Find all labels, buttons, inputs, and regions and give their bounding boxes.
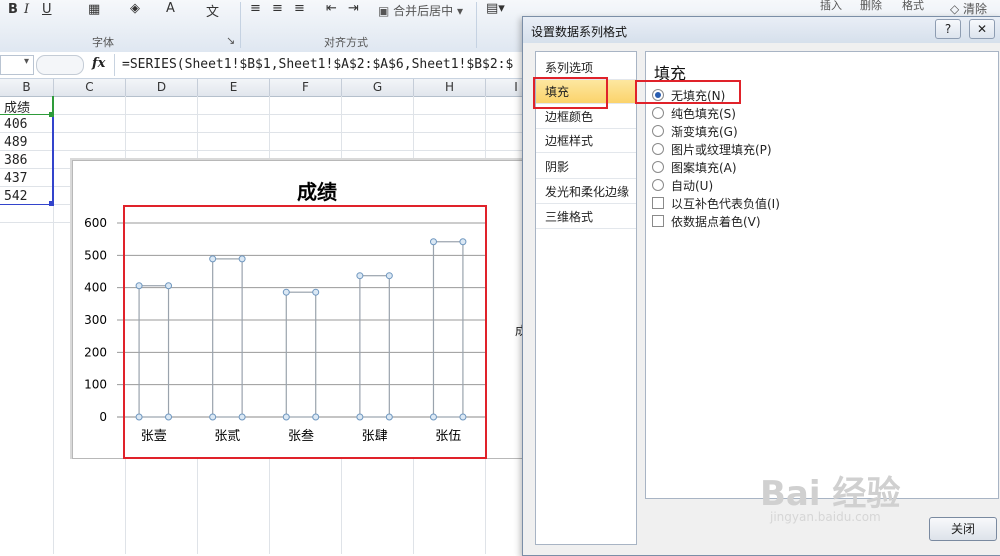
cell-b6[interactable]: 542 — [4, 189, 27, 204]
dialog-title: 设置数据系列格式 — [531, 25, 628, 39]
radio-picture-texture-fill[interactable]: 图片或纹理填充(P) — [652, 142, 772, 158]
group-separator — [240, 2, 241, 48]
decrease-indent-icon[interactable]: ⇤ — [326, 1, 337, 16]
y-axis-ticks: 600 500 400 300 200 100 0 — [84, 216, 107, 424]
y-tick-label: 200 — [84, 345, 107, 359]
radio-label: 纯色填充(S) — [671, 107, 736, 121]
cell-b5[interactable]: 437 — [4, 171, 27, 186]
y-tick-label: 100 — [84, 378, 107, 392]
close-button[interactable]: 关闭 — [929, 517, 997, 541]
checkbox-invert-if-negative[interactable]: 以互补色代表负值(I) — [652, 196, 780, 212]
category-range-highlight — [0, 114, 52, 115]
no-fill-highlight — [635, 80, 741, 104]
cell-b3[interactable]: 489 — [4, 135, 27, 150]
formula-input[interactable]: =SERIES(Sheet1!$B$1,Sheet1!$A$2:$A$6,She… — [122, 57, 513, 72]
align-left-icon[interactable]: ≡ — [250, 1, 261, 16]
font-color-icon[interactable]: A — [166, 1, 175, 16]
checkbox-label: 依数据点着色(V) — [671, 215, 761, 229]
bold-button[interactable]: B — [8, 2, 18, 17]
range-handle[interactable] — [49, 201, 54, 206]
insert-button[interactable]: 插入 — [820, 0, 842, 13]
checkbox-icon[interactable] — [652, 197, 664, 209]
phonetic-icon[interactable]: 文 — [206, 1, 219, 20]
merge-label: 合并后居中 — [393, 4, 454, 18]
fill-pane: 填充 无填充(N) 纯色填充(S) 渐变填充(G) 图片或纹理填充(P) 图案填… — [645, 51, 999, 499]
cell-b4[interactable]: 386 — [4, 153, 27, 168]
radio-icon[interactable] — [652, 143, 664, 155]
fx-icon[interactable]: fx — [92, 56, 105, 71]
format-button[interactable]: 格式 — [902, 0, 924, 13]
nav-shadow[interactable]: 阴影 — [536, 155, 636, 179]
radio-pattern-fill[interactable]: 图案填充(A) — [652, 160, 737, 176]
radio-label: 图案填充(A) — [671, 161, 737, 175]
clear-label: 清除 — [963, 2, 988, 16]
align-right-icon[interactable]: ≡ — [294, 1, 305, 16]
delete-button[interactable]: 删除 — [860, 0, 882, 13]
divider — [114, 54, 115, 76]
watermark-url: jingyan.baidu.com — [770, 510, 881, 524]
nav-border-style[interactable]: 边框样式 — [536, 129, 636, 153]
column-header-f[interactable]: F — [270, 79, 342, 96]
dialog-titlebar: 设置数据系列格式 ? ✕ — [523, 17, 1000, 43]
chart-title[interactable]: 成绩 — [297, 180, 337, 204]
nav-glow-soft-edges[interactable]: 发光和柔化边缘 — [536, 180, 636, 204]
column-header-b[interactable]: B — [0, 79, 54, 96]
radio-icon[interactable] — [652, 107, 664, 119]
values-range-highlight — [52, 114, 54, 204]
close-x-button[interactable]: ✕ — [969, 19, 995, 39]
number-format-icon[interactable]: ▤▾ — [486, 1, 505, 16]
name-box-dropdown-icon[interactable]: ▾ — [24, 56, 29, 67]
radio-label: 渐变填充(G) — [671, 125, 738, 139]
clear-button[interactable]: ◇ 清除 — [950, 0, 987, 17]
column-header-e[interactable]: E — [198, 79, 270, 96]
checkbox-icon[interactable] — [652, 215, 664, 227]
y-tick-label: 300 — [84, 313, 107, 327]
column-header-g[interactable]: G — [342, 79, 414, 96]
group-separator — [476, 2, 477, 48]
font-group-label: 字体 — [92, 36, 114, 49]
y-tick-label: 400 — [84, 281, 107, 295]
dialog-launcher-icon[interactable]: ↘ — [226, 34, 235, 47]
y-tick-label: 500 — [84, 248, 107, 262]
nav-fill-highlight — [533, 77, 608, 109]
radio-label: 自动(U) — [671, 179, 714, 193]
values-range-highlight — [0, 204, 54, 205]
plot-highlight-box — [123, 205, 487, 459]
radio-automatic[interactable]: 自动(U) — [652, 178, 713, 194]
nav-3d-format[interactable]: 三维格式 — [536, 205, 636, 229]
radio-solid-fill[interactable]: 纯色填充(S) — [652, 106, 736, 122]
radio-icon[interactable] — [652, 125, 664, 137]
increase-indent-icon[interactable]: ⇥ — [348, 1, 359, 16]
column-header-h[interactable]: H — [414, 79, 486, 96]
checkbox-label: 以互补色代表负值(I) — [671, 197, 780, 211]
y-tick-label: 0 — [99, 410, 107, 424]
column-header-c[interactable]: C — [54, 79, 126, 96]
help-button[interactable]: ? — [935, 19, 961, 39]
radio-icon[interactable] — [652, 179, 664, 191]
radio-label: 图片或纹理填充(P) — [671, 143, 772, 157]
watermark-logo: Bai 经验 — [760, 474, 901, 514]
radio-icon[interactable] — [652, 161, 664, 173]
checkbox-vary-colors[interactable]: 依数据点着色(V) — [652, 214, 761, 230]
italic-button[interactable]: I — [24, 2, 29, 17]
merge-center-button[interactable]: ▣ 合并后居中 ▾ — [378, 2, 463, 19]
align-group-label: 对齐方式 — [324, 36, 368, 49]
align-center-icon[interactable]: ≡ — [272, 1, 283, 16]
y-tick-label: 600 — [84, 216, 107, 230]
range-handle[interactable] — [49, 112, 54, 117]
border-icon[interactable]: ▦ — [88, 2, 100, 17]
cell-b2[interactable]: 406 — [4, 117, 27, 132]
radio-gradient-fill[interactable]: 渐变填充(G) — [652, 124, 738, 140]
fill-color-icon[interactable]: ◈ — [130, 1, 140, 16]
formula-expand-control[interactable] — [36, 55, 84, 75]
column-header-d[interactable]: D — [126, 79, 198, 96]
underline-button[interactable]: U — [42, 2, 52, 17]
category-list: 系列选项 填充 边框颜色 边框样式 阴影 发光和柔化边缘 三维格式 — [535, 51, 637, 545]
